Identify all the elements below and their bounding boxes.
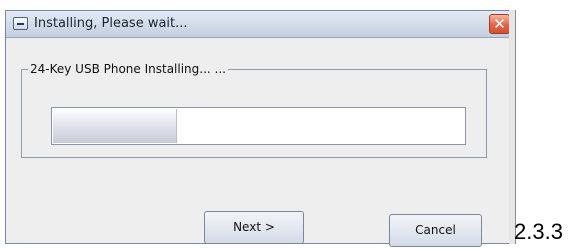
- window-border: [509, 10, 516, 244]
- progress-fill: [53, 109, 177, 143]
- next-button[interactable]: Next >: [204, 211, 304, 244]
- group-label: 24-Key USB Phone Installing... ...: [30, 62, 226, 76]
- title-bar[interactable]: Installing, Please wait... ✕: [6, 11, 513, 38]
- close-icon: ✕: [493, 15, 506, 33]
- version-label: 2.3.3: [514, 219, 563, 244]
- cancel-button[interactable]: Cancel: [389, 214, 482, 247]
- window-menu-icon[interactable]: [13, 17, 28, 30]
- close-button[interactable]: ✕: [489, 14, 510, 34]
- install-progress-bar: [51, 107, 466, 145]
- dialog-title: Installing, Please wait...: [34, 16, 188, 31]
